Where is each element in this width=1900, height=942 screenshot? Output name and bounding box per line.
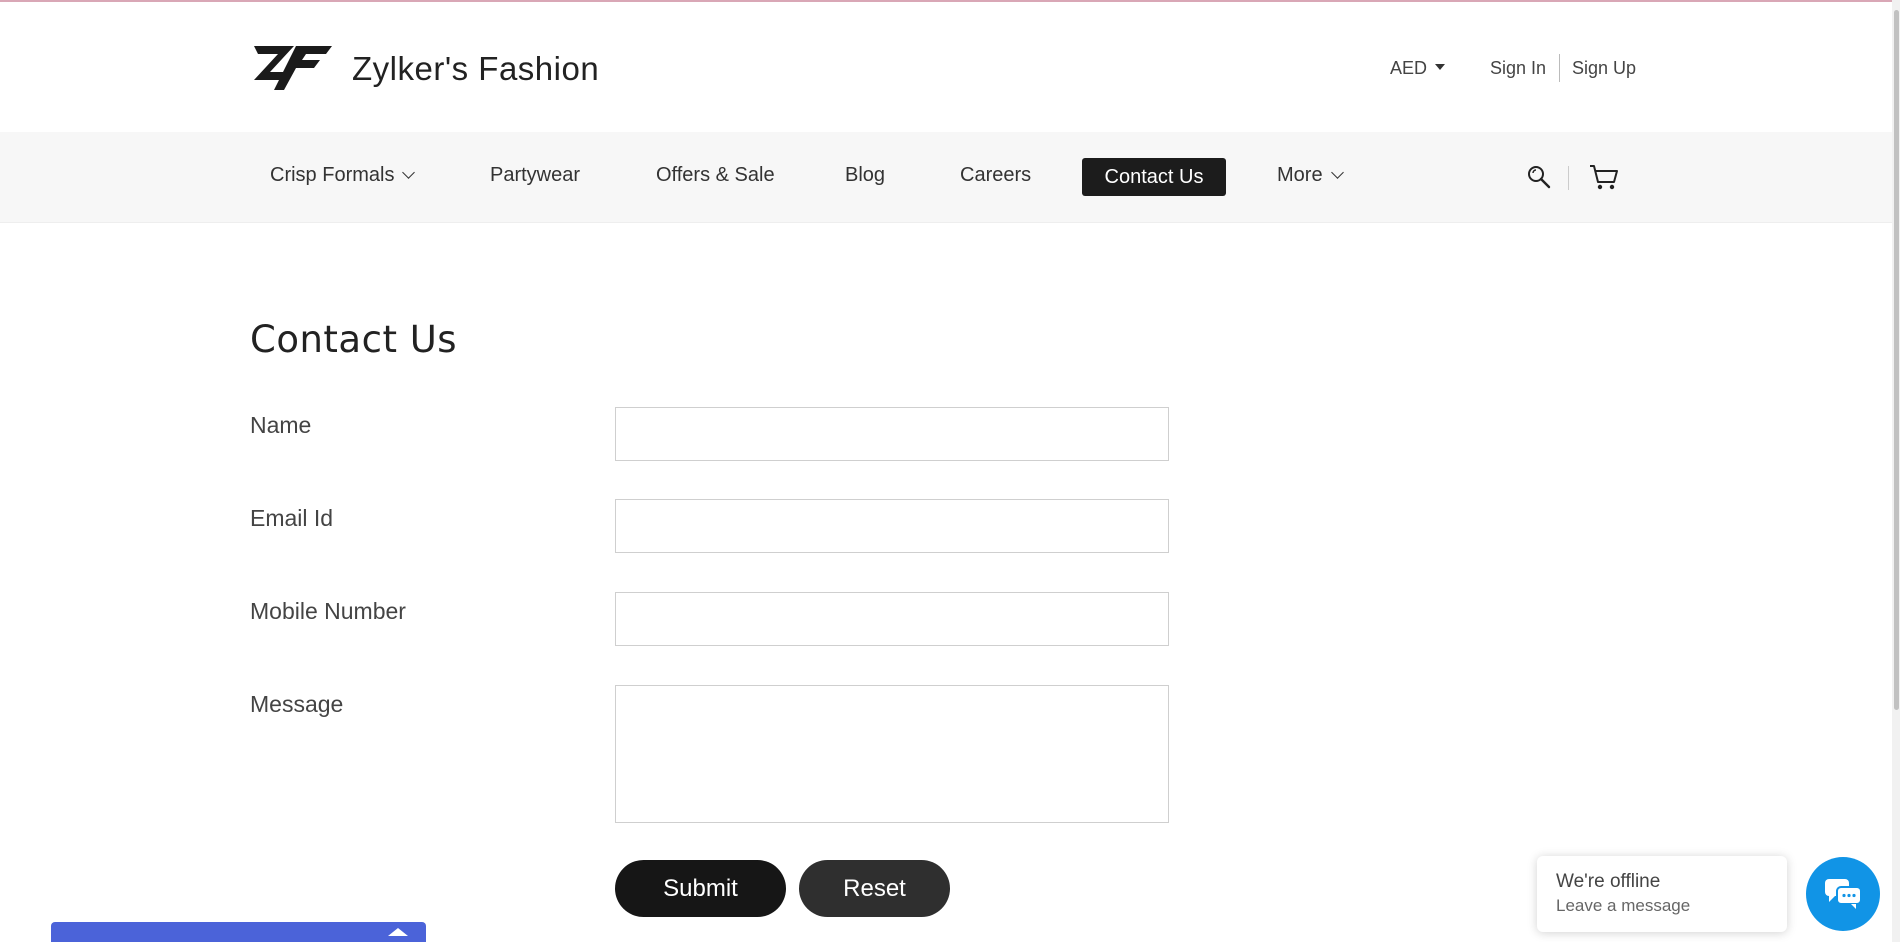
sign-in-link[interactable]: Sign In <box>1490 58 1546 79</box>
mobile-label: Mobile Number <box>250 598 406 624</box>
cart-icon[interactable] <box>1588 161 1620 193</box>
scrollbar-thumb[interactable] <box>1894 10 1899 710</box>
site-header: Zylker's Fashion AED Sign In Sign Up <box>0 2 1900 132</box>
chat-launcher-button[interactable] <box>1806 857 1880 931</box>
chat-icon <box>1825 879 1862 909</box>
nav-item-contact-us[interactable]: Contact Us <box>1082 158 1226 196</box>
chevron-down-icon <box>402 166 416 179</box>
nav-item-label: More <box>1277 164 1323 186</box>
nav-item-blog[interactable]: Blog <box>845 164 885 187</box>
nav-item-label: Crisp Formals <box>270 164 395 186</box>
nav-item-partywear[interactable]: Partywear <box>490 164 580 187</box>
nav-item-label: Contact Us <box>1104 165 1204 188</box>
nav-item-label: Blog <box>845 164 886 186</box>
caret-down-icon <box>1435 64 1446 71</box>
email-field[interactable] <box>615 499 1169 553</box>
chevron-up-icon[interactable] <box>388 928 408 936</box>
page-title: Contact Us <box>250 318 458 361</box>
main-navigation: Crisp Formals Partywear Offers & Sale Bl… <box>0 132 1900 223</box>
email-label: Email Id <box>250 505 334 531</box>
nav-item-careers[interactable]: Careers <box>960 164 1031 187</box>
brand-name[interactable]: Zylker's Fashion <box>352 50 599 88</box>
nav-item-label: Careers <box>960 164 1032 186</box>
currency-selector[interactable]: AED <box>1390 58 1446 79</box>
name-label: Name <box>250 412 312 438</box>
message-field[interactable] <box>615 685 1169 823</box>
reset-button[interactable]: Reset <box>799 860 950 917</box>
submit-button[interactable]: Submit <box>615 860 786 917</box>
chat-leave-message[interactable]: Leave a message <box>1556 896 1690 916</box>
search-icon[interactable] <box>1526 164 1552 190</box>
nav-item-more[interactable]: More <box>1277 164 1344 187</box>
currency-label: AED <box>1390 58 1428 78</box>
sign-up-link[interactable]: Sign Up <box>1572 58 1636 79</box>
nav-item-label: Partywear <box>490 164 581 186</box>
bottom-widget-bar[interactable] <box>51 922 426 942</box>
chat-status: We're offline <box>1556 871 1661 892</box>
nav-item-label: Offers & Sale <box>656 164 775 186</box>
mobile-number-field[interactable] <box>615 592 1169 646</box>
nav-item-offers-sale[interactable]: Offers & Sale <box>656 164 775 187</box>
message-label: Message <box>250 691 344 717</box>
divider <box>1568 166 1569 190</box>
zf-logo-icon[interactable] <box>250 42 334 94</box>
chat-offline-bubble[interactable]: We're offline Leave a message <box>1537 856 1787 932</box>
chevron-down-icon <box>1330 166 1344 179</box>
nav-item-crisp-formals[interactable]: Crisp Formals <box>270 164 416 187</box>
divider <box>1559 54 1560 82</box>
name-field[interactable] <box>615 407 1169 461</box>
